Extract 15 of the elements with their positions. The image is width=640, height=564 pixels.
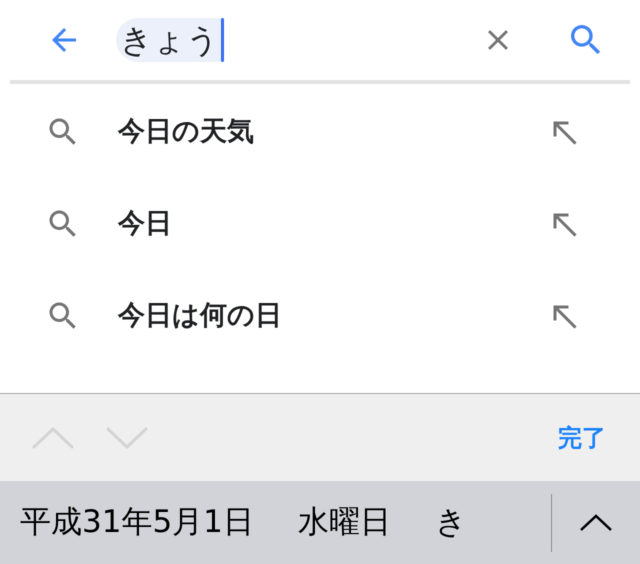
composing-text: きょう (116, 18, 221, 62)
candidate-word[interactable]: 平成31年5月1日 (20, 499, 254, 546)
search-field[interactable]: きょう (116, 15, 478, 65)
suggestion-item[interactable]: 今日は何の日 (0, 270, 640, 362)
candidate-word[interactable]: 水曜日 (298, 499, 391, 546)
candidate-word[interactable]: き (434, 499, 467, 546)
chevron-down-icon (106, 426, 148, 450)
suggestion-item[interactable]: 今日の天気 (0, 86, 640, 178)
chevron-up-icon (579, 512, 613, 532)
suggestion-text: 今日の天気 (118, 114, 255, 149)
suggestion-item[interactable]: 今日 (0, 178, 640, 270)
text-caret (221, 18, 224, 62)
chevron-up-icon (32, 426, 74, 450)
suggestion-text: 今日 (118, 206, 173, 241)
suggestion-text: 今日は何の日 (118, 298, 283, 333)
